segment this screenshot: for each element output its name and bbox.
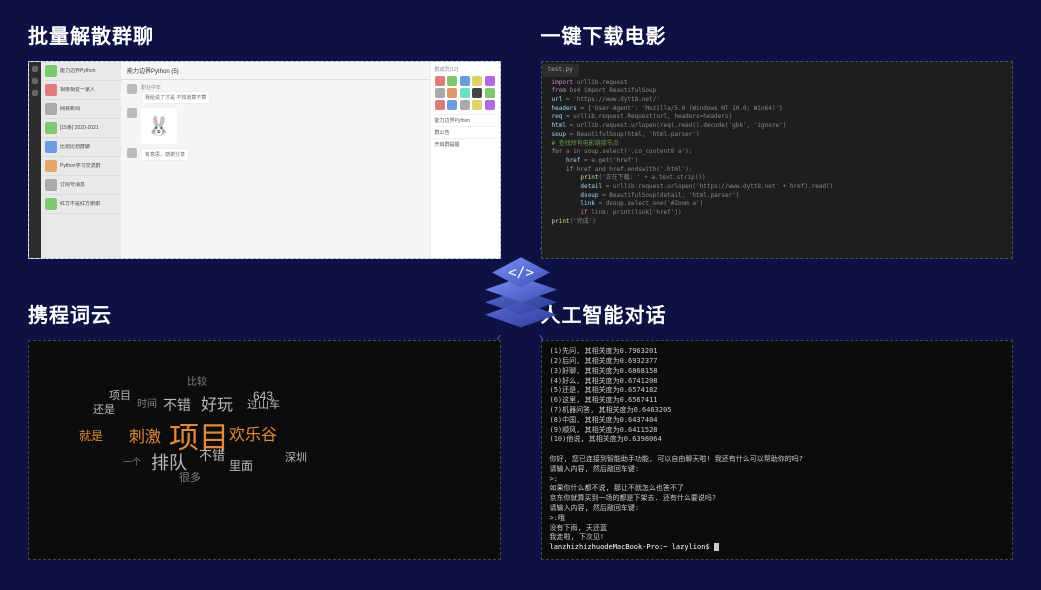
terminal-line: 请输入内容, 然后敲回车键: [550,465,1005,475]
code-line: if link: print(link['href']) [552,209,1003,218]
code-line: html = urllib.request.urlopen(req).read(… [552,122,1003,131]
terminal-line: (10)他说, 其相关度为0.6398064 [550,435,1005,445]
code-line: dsoup = BeautifulSoup(detail, 'html.pars… [552,192,1003,201]
sticker-icon: 🐰 [141,108,177,144]
terminal-prompt: lanzhizhizhuodeMacBook-Pro:~ lazylion$ [550,543,1005,553]
conversation-item: 红方不是红方谢谢 [41,195,121,214]
conversation-item: Python学习交流群 [41,157,121,176]
terminal-line: (8)中国, 其相关度为0.6437404 [550,416,1005,426]
code-editor-screenshot: test.py import urllib.requestfrom bs4 im… [541,61,1014,259]
group-info-panel: 群成员(12) 能力边界Python群公告开启群提醒 [430,62,500,258]
feature-card-ai-chat: 人工智能对话 (1)先问, 其相关度为0.7963201(2)后问, 其相关度为… [541,299,1014,560]
wordcloud-word: 时间 [137,395,157,410]
conversation-item: [15条] 2020-2021 [41,119,121,138]
code-line: print('正在下载: ' + a.text.strip()) [552,174,1003,183]
card-title: 人工智能对话 [541,299,1014,328]
conversation-item: 网易新闻 [41,100,121,119]
terminal-line: (9)顺风, 其相关度为0.6411528 [550,426,1005,436]
conversation-item: 订阅号消息 [41,176,121,195]
member-count-label: 群成员(12) [435,66,496,73]
code-line: detail = urllib.request.urlopen('https:/… [552,183,1003,192]
wordcloud-word: 深圳 [285,449,307,465]
card-title: 一键下载电影 [541,20,1014,49]
terminal-line: >:哦 [550,514,1005,524]
terminal-line: (2)后问, 其相关度为0.6932377 [550,357,1005,367]
code-line: if href and href.endswith('.html'): [552,166,1003,175]
code-line: soup = BeautifulSoup(html, 'html.parser'… [552,131,1003,140]
chat-message: 🐰 [127,108,424,144]
terminal-screenshot: (1)先问, 其相关度为0.7963201(2)后问, 其相关度为0.69323… [541,340,1014,560]
code-line: # 查找所有电影链接节点 [552,140,1003,149]
terminal-line: 没有下雨, 天还蓝 [550,524,1005,534]
wordcloud-word: 不错 [199,445,225,464]
wordcloud-word: 里面 [229,457,253,474]
wordcloud-word: 643 [253,389,273,403]
chat-message: 有意思，感谢分享 [127,148,424,161]
contacts-icon [32,90,38,96]
terminal-line: 你好, 您已连接到智能助手功能, 可以自由聊天啦! 我还有什么可以帮助你的吗? [550,455,1005,465]
code-line: import urllib.request [552,79,1003,88]
terminal-line: 如果你什么都不说, 那让不就怎么也答不了 [550,484,1005,494]
editor-tab: test.py [542,64,579,77]
code-line: url = 'https://www.dytt8.net/' [552,96,1003,105]
group-option: 开启群提醒 [435,138,496,150]
wordcloud-image: 项目刺激排队好玩不错欢乐谷过山车643还是项目比较时间不错里面就是一个很多深圳 [28,340,501,560]
feature-card-download-movies: 一键下载电影 test.py import urllib.requestfrom… [541,20,1014,259]
cursor-icon [714,543,719,551]
wordcloud-word: 欢乐谷 [229,421,277,445]
avatar-icon [32,66,38,72]
wordcloud-word: 项目 [109,387,131,403]
code-line: href = a.get('href') [552,157,1003,166]
terminal-line: (7)机器问答, 其相关度为0.6463205 [550,406,1005,416]
terminal-line: >: [550,475,1005,485]
code-line: link = dsoup.select_one('#Zoom a') [552,200,1003,209]
conversation-item: 能力边界Python [41,62,121,81]
group-option: 能力边界Python [435,114,496,126]
wordcloud-word: 不错 [163,395,191,415]
code-line: req = urllib.request.Request(url, header… [552,113,1003,122]
member-avatars [435,76,496,110]
wordcloud-word: 刺激 [129,423,161,447]
group-option: 群公告 [435,126,496,138]
wordcloud-word: 比较 [187,373,207,388]
chat-header: 能力边界Python (5) [121,62,430,80]
card-title: 批量解散群聊 [28,20,501,49]
wordcloud-word: 好玩 [201,391,233,415]
wordcloud-word: 很多 [179,469,201,485]
code-line: print('完成') [552,218,1003,227]
feature-card-dismiss-groups: 批量解散群聊 能力边界Python相亲相爱一家人网易新闻[15条] 2020-2… [28,20,501,259]
conversation-list: 能力边界Python相亲相爱一家人网易新闻[15条] 2020-2021比划比划… [41,62,121,258]
terminal-line: (5)还是, 其相关度为0.6574182 [550,386,1005,396]
wordcloud-word: 还是 [93,401,115,417]
terminal-line: 京东你就算买到一场的都是下架去. 还有什么要说吗? [550,494,1005,504]
terminal-line: (1)先问, 其相关度为0.7963201 [550,347,1005,357]
chat-icon [32,78,38,84]
conversation-item: 相亲相爱一家人 [41,81,121,100]
code-line: for a in soup.select('.co_content8 a'): [552,148,1003,157]
chat-message: 职业中年 我给说了才是 不知道算不算 [127,84,424,104]
terminal-line: (3)好聊, 其相关度为0.6868158 [550,367,1005,377]
terminal-line: 请输入内容, 然后敲回车键: [550,504,1005,514]
conversation-item: 比划比划群聊 [41,138,121,157]
wordcloud-word: 一个 [123,455,141,468]
terminal-line: 我走啦, 下次见! [550,533,1005,543]
code-line: from bs4 import BeautifulSoup [552,87,1003,96]
terminal-line: (4)好么, 其相关度为0.6741208 [550,377,1005,387]
wordcloud-word: 就是 [79,427,103,444]
feature-card-wordcloud: 携程词云 项目刺激排队好玩不错欢乐谷过山车643还是项目比较时间不错里面就是一个… [28,299,501,560]
terminal-line: (6)这里, 其相关度为0.6567411 [550,396,1005,406]
card-title: 携程词云 [28,299,501,328]
code-line: headers = {'User-Agent': 'Mozilla/5.0 (W… [552,105,1003,114]
wechat-screenshot: 能力边界Python相亲相爱一家人网易新闻[15条] 2020-2021比划比划… [28,61,501,259]
